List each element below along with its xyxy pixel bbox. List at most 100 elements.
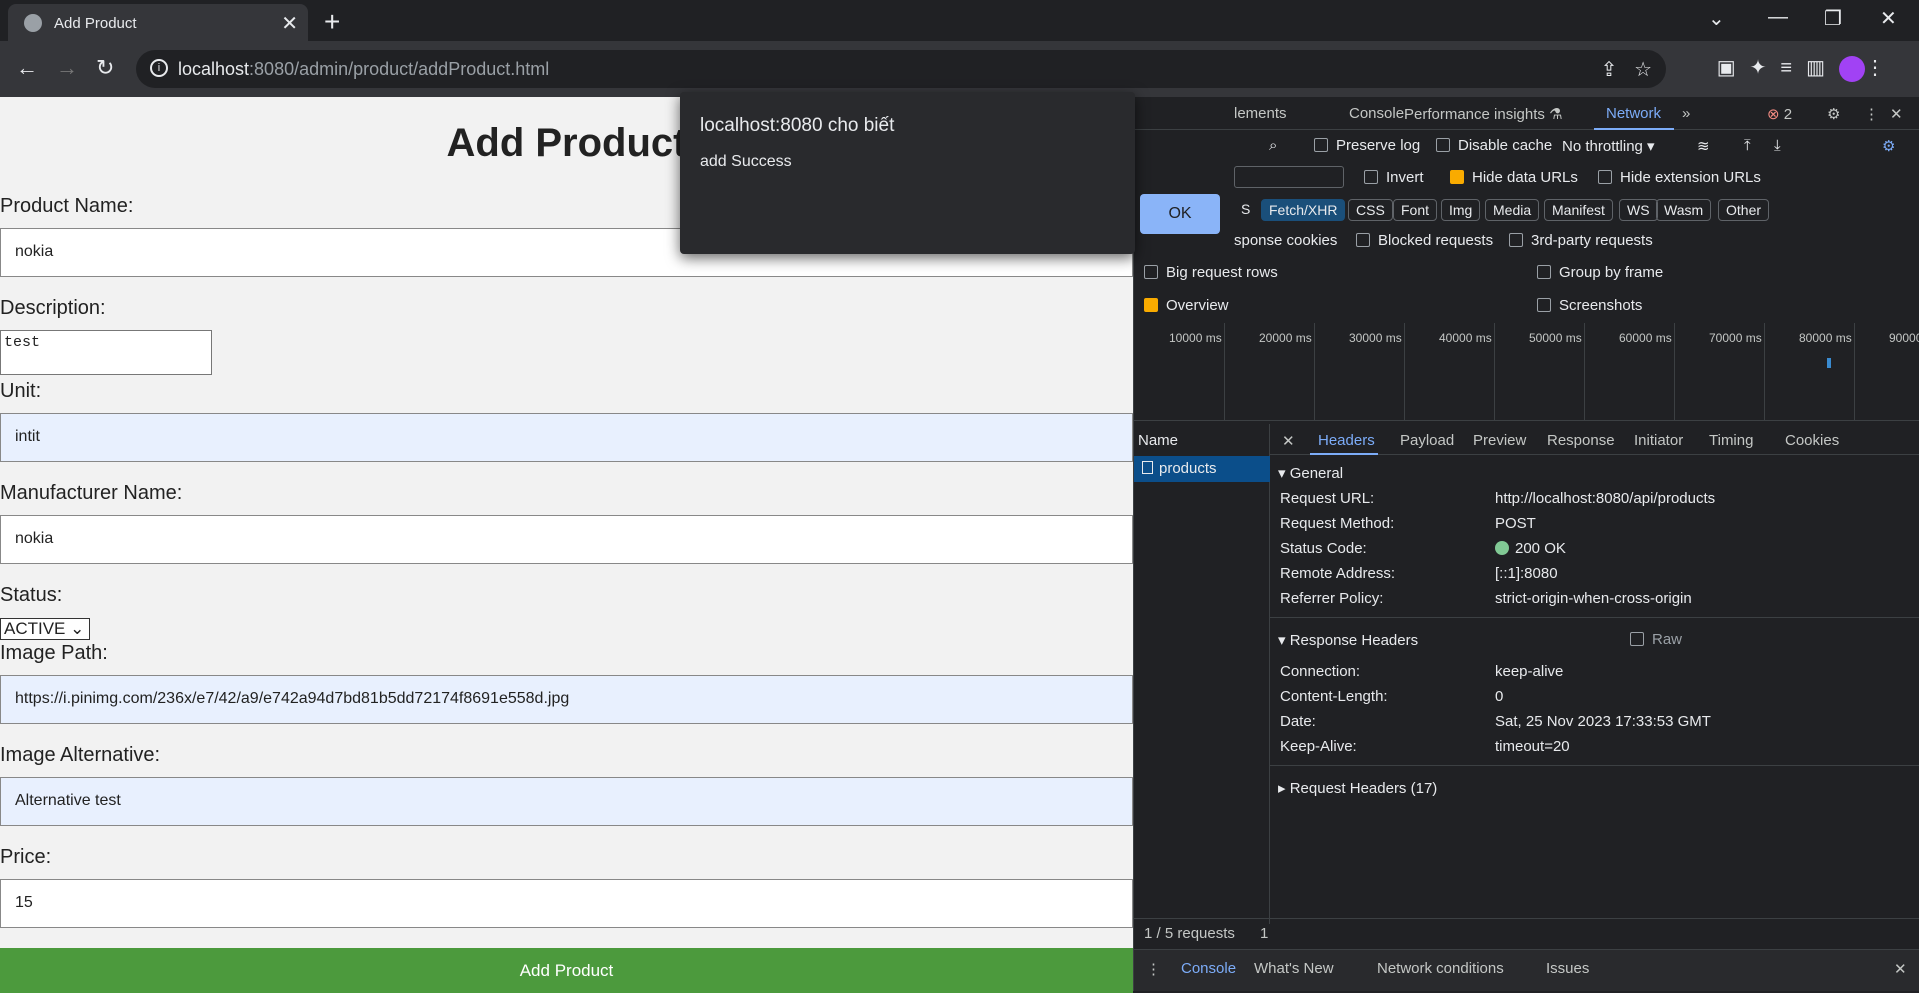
request-row[interactable]: products (1134, 456, 1270, 482)
image-path-label: Image Path: (0, 642, 108, 664)
filter-other[interactable]: Other (1718, 199, 1770, 221)
filter-media[interactable]: Media (1485, 199, 1540, 221)
big-rows-checkbox[interactable]: Big request rows (1144, 264, 1278, 281)
status-value: ACTIVE (4, 619, 66, 638)
hide-data-urls-checkbox[interactable]: Hide data URLs (1450, 169, 1578, 186)
filter-ws[interactable]: WS (1619, 199, 1658, 221)
hide-data-urls-label: Hide data URLs (1472, 169, 1578, 186)
search-icon[interactable]: ⌕ (1269, 137, 1277, 154)
manufacturer-label: Manufacturer Name: (0, 482, 183, 504)
network-conditions-icon[interactable]: ≋ (1697, 137, 1710, 155)
filter-js[interactable]: S (1234, 199, 1257, 221)
close-tab-icon[interactable]: ✕ (281, 11, 298, 36)
response-headers-toggle[interactable]: ▾ Response Headers (1278, 631, 1418, 649)
back-icon[interactable]: ← (16, 55, 38, 81)
price-input[interactable]: 15 (0, 879, 1133, 928)
response-cookies-checkbox[interactable]: sponse cookies (1234, 232, 1337, 249)
settings-gear-icon[interactable]: ⚙ (1827, 105, 1840, 123)
reload-icon[interactable]: ↻ (96, 55, 114, 81)
manufacturer-input[interactable]: nokia (0, 515, 1133, 564)
network-settings-icon[interactable]: ⚙ (1882, 137, 1895, 155)
drawer-tab-network-conditions[interactable]: Network conditions (1377, 960, 1504, 977)
filter-css[interactable]: CSS (1348, 199, 1393, 221)
group-by-frame-checkbox[interactable]: Group by frame (1537, 264, 1663, 281)
tab-performance-insights-label: Performance insights (1404, 106, 1545, 123)
menu-kebab-icon[interactable]: ⋮ (1865, 57, 1899, 79)
error-badge[interactable]: ⊗ 2 (1767, 105, 1792, 123)
name-column-header[interactable]: Name (1138, 432, 1178, 449)
preserve-log-checkbox[interactable]: Preserve log (1314, 137, 1420, 154)
invert-checkbox[interactable]: Invert (1364, 169, 1424, 186)
tab-headers[interactable]: Headers (1318, 432, 1375, 449)
minimize-icon[interactable]: — (1768, 6, 1788, 29)
bookmark-star-icon[interactable]: ☆ (1634, 59, 1652, 81)
screenshots-checkbox[interactable]: Screenshots (1537, 297, 1642, 314)
raw-checkbox[interactable]: Raw (1630, 631, 1682, 648)
unit-input[interactable]: intit (0, 413, 1133, 462)
filter-wasm[interactable]: Wasm (1656, 199, 1712, 221)
new-tab-button[interactable]: + (324, 6, 340, 38)
drawer-tab-console[interactable]: Console (1181, 960, 1236, 977)
tab-response[interactable]: Response (1547, 432, 1615, 449)
general-value: POST (1495, 515, 1536, 532)
tab-console[interactable]: Console (1349, 105, 1404, 122)
description-textarea[interactable]: test (0, 330, 212, 375)
close-devtools-icon[interactable]: ✕ (1890, 105, 1903, 123)
image-path-input[interactable]: https://i.pinimg.com/236x/e7/42/a9/e742a… (0, 675, 1133, 724)
general-section-toggle[interactable]: ▾ General (1278, 464, 1343, 482)
devtools-menu-icon[interactable]: ⋮ (1864, 105, 1879, 123)
close-details-icon[interactable]: ✕ (1282, 432, 1295, 450)
image-alt-input[interactable]: Alternative test (0, 777, 1133, 826)
disable-cache-checkbox[interactable]: Disable cache (1436, 137, 1552, 154)
address-bar[interactable]: i localhost:8080/admin/product/addProduc… (136, 50, 1666, 88)
request-headers-toggle[interactable]: ▸ Request Headers (17) (1278, 779, 1437, 797)
product-name-label: Product Name: (0, 195, 134, 217)
tab-timing[interactable]: Timing (1709, 432, 1753, 449)
response-header-value: keep-alive (1495, 663, 1564, 680)
filter-fetch-xhr[interactable]: Fetch/XHR (1261, 199, 1346, 221)
side-panel-icon[interactable]: ▥ (1806, 57, 1839, 79)
close-drawer-icon[interactable]: ✕ (1894, 960, 1907, 978)
filter-manifest[interactable]: Manifest (1544, 199, 1613, 221)
throttling-select[interactable]: No throttling ▾ (1562, 137, 1655, 155)
tab-performance-insights[interactable]: Performance insights ⚗ (1404, 105, 1563, 123)
tab-search-icon[interactable]: ⌄ (1708, 6, 1725, 31)
browser-tab[interactable]: Add Product ✕ (8, 4, 308, 41)
drawer-tab-whats-new[interactable]: What's New (1254, 960, 1334, 977)
tab-payload[interactable]: Payload (1400, 432, 1454, 449)
more-tabs-icon[interactable]: » (1682, 105, 1690, 122)
share-icon[interactable]: ⇪ (1601, 59, 1618, 81)
site-info-icon[interactable]: i (150, 59, 168, 77)
tab-initiator[interactable]: Initiator (1634, 432, 1683, 449)
reading-list-icon[interactable]: ≡ (1780, 57, 1806, 79)
status-label: Status: (0, 584, 63, 606)
timeline-overview[interactable]: 10000 ms 20000 ms 30000 ms 40000 ms 5000… (1134, 323, 1919, 421)
restore-icon[interactable]: ❐ (1824, 6, 1842, 31)
add-product-button[interactable]: Add Product (0, 948, 1133, 993)
tab-preview[interactable]: Preview (1473, 432, 1526, 449)
general-key: Status Code: (1280, 540, 1367, 557)
close-window-icon[interactable]: ✕ (1880, 6, 1897, 31)
export-har-icon[interactable]: ⤓ (1774, 137, 1781, 154)
extensions-puzzle-icon[interactable]: ✦ (1750, 57, 1781, 79)
translate-icon[interactable]: ▣ (1717, 57, 1750, 79)
third-party-checkbox[interactable]: 3rd-party requests (1509, 232, 1653, 249)
forward-icon[interactable]: → (56, 55, 78, 81)
blocked-requests-checkbox[interactable]: Blocked requests (1356, 232, 1493, 249)
filter-font[interactable]: Font (1393, 199, 1438, 221)
tab-cookies[interactable]: Cookies (1785, 432, 1839, 449)
hide-extension-urls-checkbox[interactable]: Hide extension URLs (1598, 169, 1761, 186)
drawer-tab-issues[interactable]: Issues (1546, 960, 1589, 977)
overview-checkbox[interactable]: Overview (1144, 297, 1229, 314)
status-select[interactable]: ACTIVE ⌄ (0, 618, 90, 640)
globe-icon (24, 14, 42, 32)
filter-input[interactable] (1234, 166, 1344, 188)
ok-button[interactable]: OK (1140, 194, 1220, 234)
import-har-icon[interactable]: ⤒ (1744, 137, 1751, 154)
drawer-menu-icon[interactable]: ⋮ (1146, 960, 1161, 978)
tab-network[interactable]: Network (1606, 105, 1661, 122)
filter-img[interactable]: Img (1441, 199, 1481, 221)
general-title: General (1289, 465, 1344, 482)
tab-elements[interactable]: lements (1234, 105, 1287, 122)
profile-avatar[interactable] (1839, 55, 1865, 82)
